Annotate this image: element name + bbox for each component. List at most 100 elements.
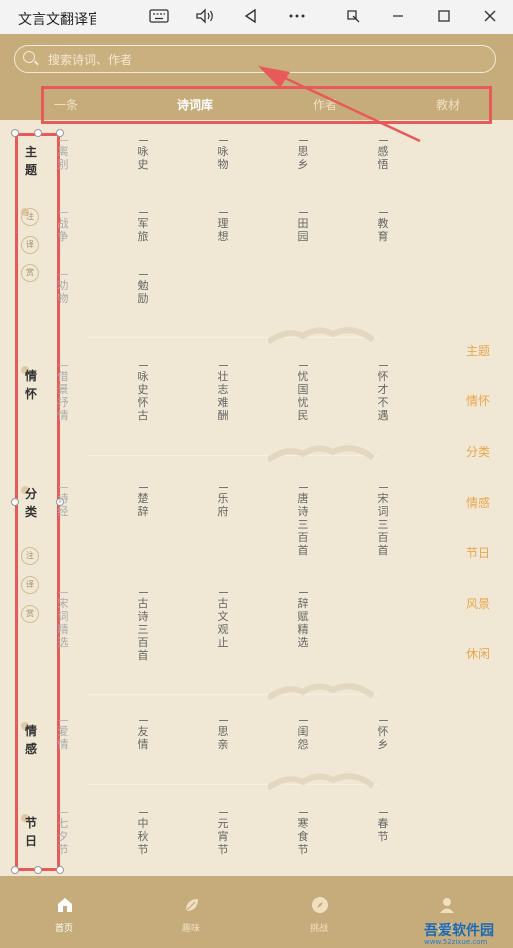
- grid-cell[interactable]: 田园: [296, 212, 310, 243]
- grid-cell-text: 思乡: [297, 145, 309, 171]
- watermark-brand: 吾爱软件园: [424, 923, 494, 939]
- grid-cell[interactable]: 战争: [56, 212, 70, 243]
- grid-cell[interactable]: 思乡: [296, 140, 310, 171]
- grid-cell[interactable]: 理想: [216, 212, 230, 243]
- user-icon: [440, 898, 454, 913]
- grid-cell[interactable]: 壮志难酬: [216, 365, 230, 422]
- mountain-decoration: [268, 327, 375, 344]
- mountain-decoration: [268, 773, 375, 790]
- grid-cell-text: 中秋节: [137, 817, 149, 856]
- grid-cell[interactable]: 古文观止: [216, 592, 230, 649]
- resize-handle[interactable]: [11, 866, 19, 874]
- grid-cell[interactable]: 友情: [136, 720, 150, 751]
- leaf-icon: [185, 899, 198, 912]
- grid-cell[interactable]: 古诗三百首: [136, 592, 150, 662]
- grid-cell-text: 乐府: [217, 492, 229, 518]
- grid-cell[interactable]: 思亲: [216, 720, 230, 751]
- grid-cell[interactable]: 闺怨: [296, 720, 310, 751]
- grid-cell-text: 勉励: [137, 279, 149, 305]
- grid-cell[interactable]: 春节: [376, 812, 390, 843]
- grid-cell[interactable]: 咏物: [216, 140, 230, 171]
- compass-icon: [312, 897, 328, 913]
- grid-cell-text: 春节: [377, 817, 389, 843]
- grid-cell[interactable]: 怀乡: [376, 720, 390, 751]
- grid-cell-text: 咏物: [217, 145, 229, 171]
- resize-handle[interactable]: [11, 129, 19, 137]
- grid-cell-text: 诗经: [57, 492, 69, 518]
- grid-cell-text: 咏史: [137, 145, 149, 171]
- grid-cell-text: 元宵节: [217, 817, 229, 856]
- grid-cell[interactable]: 楚辞: [136, 487, 150, 518]
- grid-cell-text: 怀乡: [377, 725, 389, 751]
- grid-cell[interactable]: 寒食节: [296, 812, 310, 856]
- grid-cell-text: 爱情: [57, 725, 69, 751]
- grid-cell[interactable]: 元宵节: [216, 812, 230, 856]
- grid-cell-text: 宋词精选: [57, 597, 69, 649]
- grid-cell[interactable]: 劝物: [56, 274, 70, 305]
- index-theme[interactable]: 主题: [466, 342, 490, 359]
- nav-fun-label: 趣味: [181, 924, 200, 934]
- grid-cell-text: 寒食节: [297, 817, 309, 856]
- grid-cell-text: 闺怨: [297, 725, 309, 751]
- grid-cell-text: 楚辞: [137, 492, 149, 518]
- grid-cell[interactable]: 宋词精选: [56, 592, 70, 649]
- grid-cell[interactable]: 军旅: [136, 212, 150, 243]
- mountain-decoration: [268, 683, 375, 700]
- home-icon: [58, 898, 72, 912]
- mountain-decoration: [268, 445, 375, 462]
- nav-challenge-label: 挑战: [309, 924, 328, 934]
- grid-cell[interactable]: 中秋节: [136, 812, 150, 856]
- index-scenery[interactable]: 风景: [466, 595, 490, 612]
- grid-cell[interactable]: 爱情: [56, 720, 70, 751]
- grid-cell-text: 咏史怀古: [137, 370, 149, 422]
- grid-cell[interactable]: 离别: [56, 140, 70, 171]
- grid-cell-text: 唐诗三百首: [297, 492, 309, 557]
- grid-cell[interactable]: 诗经: [56, 487, 70, 518]
- index-festival[interactable]: 节日: [466, 544, 490, 561]
- grid-cell-text: 七夕节: [57, 817, 69, 856]
- index-category[interactable]: 分类: [466, 443, 490, 460]
- grid-cell-text: 友情: [137, 725, 149, 751]
- nav-challenge[interactable]: 挑战: [284, 876, 354, 948]
- grid-cell-text: 军旅: [137, 217, 149, 243]
- resize-handle[interactable]: [34, 129, 42, 137]
- watermark-url: www.52zixue.com: [424, 938, 488, 946]
- grid-cell-text: 辞赋精选: [297, 597, 309, 649]
- grid-cell[interactable]: 忧国忧民: [296, 365, 310, 422]
- grid-cell[interactable]: 乐府: [216, 487, 230, 518]
- grid-cell-text: 怀才不遇: [377, 370, 389, 422]
- grid-cell-text: 田园: [297, 217, 309, 243]
- grid-cell[interactable]: 教育: [376, 212, 390, 243]
- grid-cell[interactable]: 怀才不遇: [376, 365, 390, 422]
- grid-cell[interactable]: 勉励: [136, 274, 150, 305]
- grid-cell-text: 借景抒情: [57, 370, 69, 422]
- grid-cell-text: 战争: [57, 217, 69, 243]
- grid-cell-text: 忧国忧民: [297, 370, 309, 422]
- nav-home[interactable]: 首页: [29, 876, 99, 948]
- grid-cell[interactable]: 七夕节: [56, 812, 70, 856]
- grid-cell-text: 理想: [217, 217, 229, 243]
- watermark: 吾爱软件园 www.52zixue.com: [418, 920, 513, 948]
- nav-fun[interactable]: 趣味: [156, 876, 226, 948]
- resize-handle[interactable]: [11, 498, 19, 506]
- nav-home-label: 首页: [54, 924, 73, 934]
- resize-handle[interactable]: [34, 866, 42, 874]
- resize-handle[interactable]: [56, 866, 64, 874]
- annotation-arrow: [258, 66, 421, 143]
- grid-cell[interactable]: 感悟: [376, 140, 390, 171]
- sidebar-highlight-box: [15, 133, 60, 871]
- grid-cell-text: 古诗三百首: [137, 597, 149, 662]
- grid-cell[interactable]: 借景抒情: [56, 365, 70, 422]
- grid-cell[interactable]: 咏史: [136, 140, 150, 171]
- grid-cell[interactable]: 唐诗三百首: [296, 487, 310, 557]
- grid-cell-text: 壮志难酬: [217, 370, 229, 422]
- index-sentiment[interactable]: 情怀: [466, 392, 490, 409]
- resize-handle[interactable]: [56, 129, 64, 137]
- grid-cell-text: 离别: [57, 145, 69, 171]
- grid-cell[interactable]: 宋词三百首: [376, 487, 390, 557]
- index-leisure[interactable]: 休闲: [466, 645, 490, 662]
- index-emotion[interactable]: 情感: [466, 494, 490, 511]
- grid-cell-text: 思亲: [217, 725, 229, 751]
- grid-cell[interactable]: 咏史怀古: [136, 365, 150, 422]
- grid-cell[interactable]: 辞赋精选: [296, 592, 310, 649]
